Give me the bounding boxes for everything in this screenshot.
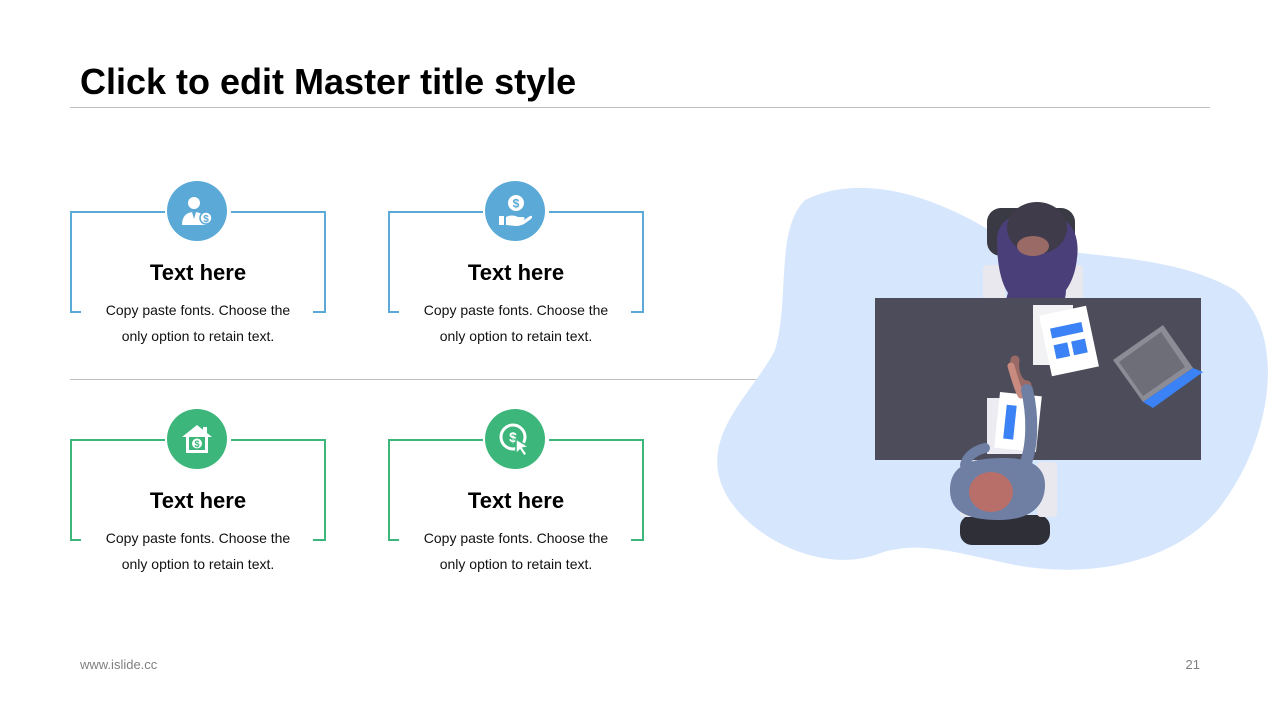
svg-text:$: $ bbox=[203, 214, 209, 225]
card-body-line-1: Copy paste fonts. Choose the bbox=[423, 530, 609, 546]
card-body-line-2: only option to retain text. bbox=[121, 328, 275, 344]
hand-coin-icon: $ bbox=[485, 181, 545, 241]
businessman-dollar-icon: $ bbox=[167, 181, 227, 241]
card-body[interactable]: Copy paste fonts. Choose the only option… bbox=[388, 297, 644, 349]
card-heading[interactable]: Text here bbox=[70, 487, 326, 515]
card-heading[interactable]: Text here bbox=[388, 259, 644, 287]
card-body[interactable]: Copy paste fonts. Choose the only option… bbox=[70, 525, 326, 577]
feature-card-2[interactable]: $ Text here Copy paste fonts. Choose the… bbox=[388, 181, 644, 344]
slide-title[interactable]: Click to edit Master title style bbox=[80, 60, 576, 104]
card-heading[interactable]: Text here bbox=[388, 487, 644, 515]
svg-text:$: $ bbox=[513, 197, 520, 211]
card-body-line-1: Copy paste fonts. Choose the bbox=[105, 302, 291, 318]
page-number: 21 bbox=[1185, 657, 1200, 672]
card-body-line-2: only option to retain text. bbox=[439, 328, 593, 344]
title-divider bbox=[70, 107, 1210, 108]
card-heading[interactable]: Text here bbox=[70, 259, 326, 287]
card-body[interactable]: Copy paste fonts. Choose the only option… bbox=[70, 297, 326, 349]
feature-card-4[interactable]: $ Text here Copy paste fonts. Choose the… bbox=[388, 409, 644, 572]
card-body[interactable]: Copy paste fonts. Choose the only option… bbox=[388, 525, 644, 577]
house-dollar-icon: $ bbox=[167, 409, 227, 469]
footer-url[interactable]: www.islide.cc bbox=[80, 657, 157, 672]
feature-card-1[interactable]: $ Text here Copy paste fonts. Choose the… bbox=[70, 181, 326, 344]
business-handshake-illustration bbox=[717, 187, 1268, 570]
card-body-line-2: only option to retain text. bbox=[121, 556, 275, 572]
svg-text:$: $ bbox=[194, 439, 199, 449]
feature-card-3[interactable]: $ Text here Copy paste fonts. Choose the… bbox=[70, 409, 326, 572]
coin-cursor-icon: $ bbox=[485, 409, 545, 469]
card-body-line-2: only option to retain text. bbox=[439, 556, 593, 572]
card-body-line-1: Copy paste fonts. Choose the bbox=[105, 530, 291, 546]
card-body-line-1: Copy paste fonts. Choose the bbox=[423, 302, 609, 318]
